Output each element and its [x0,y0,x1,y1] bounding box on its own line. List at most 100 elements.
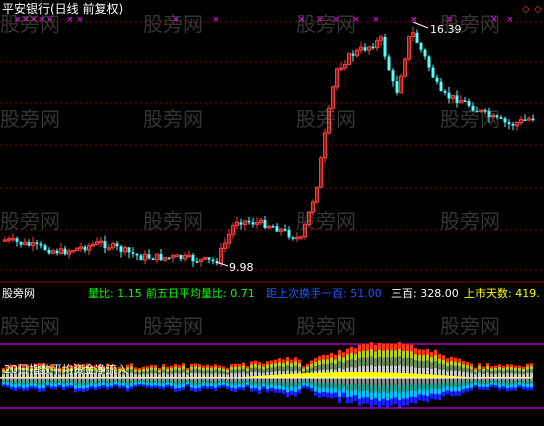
flow-bar-down [370,378,373,386]
candle-body [447,92,451,99]
flow-bar-down [446,378,449,383]
candle-body [427,56,431,68]
flow-bar-down [194,378,197,382]
candle-body [195,261,199,263]
flow-bar-down [374,378,377,385]
flow-bar-up [474,374,477,378]
flow-bar-down [42,378,45,382]
candle-body [471,105,475,111]
top-cross-marker: × [316,15,324,25]
candle-body [487,110,491,118]
flow-bar-down [410,378,413,385]
flow-bar-down [466,378,469,382]
top-cross-marker: × [172,15,180,25]
flow-bar-down [442,378,445,383]
flow-bar-down [454,378,457,383]
candle-body [499,117,503,119]
flow-bar-down [250,378,253,382]
candle-body [467,100,471,106]
candle-body [55,250,59,254]
candle-body [147,254,151,259]
stat-days: 上市天数: 419. [464,287,540,300]
candle-body [431,67,435,78]
flow-bar-down [274,378,277,382]
candle-body [131,252,135,254]
chart-title: 平安银行(日线 前复权) [2,2,124,16]
flow-bar-down [390,378,393,385]
top-cross-marker: × [298,15,306,25]
stat-turnover: 距上次换手一百: 51.00 [266,287,382,300]
candle-body [291,237,295,239]
candle-body [35,242,39,244]
top-cross-marker: × [212,15,220,25]
candle-body [503,118,507,123]
flow-bar-down [366,378,369,385]
flow-bar-down [282,378,285,382]
flow-bar-down [402,378,405,385]
flow-bar-down [174,378,177,382]
flow-bar-down [298,378,301,382]
candle-body [63,248,67,255]
flow-bar-down [290,378,293,383]
flow-bar-down [286,378,289,383]
candle-body [179,254,183,259]
stat-sanbai: 三百: 328.00 [391,287,459,300]
candle-body [127,247,131,253]
candle-body [463,100,467,103]
top-cross-marker: × [14,15,22,25]
flow-bar-down [334,378,337,383]
candle-body [483,109,487,112]
diamond-marker-1[interactable]: ◇ [522,5,530,15]
candle-body [511,123,515,126]
top-cross-marker: × [410,15,418,25]
candle-body [443,91,447,93]
chart-window: × × × × × × × × × × × × × × × × × × 平安银行(日线 前复权) ◇ ◇ 16.3… [0,0,544,426]
diamond-marker-2[interactable]: ◇ [534,5,542,15]
candle-body [19,241,23,245]
candle-body [167,257,171,260]
flow-bar-down [398,378,401,386]
flow-bar-down [414,378,417,385]
top-cross-marker: × [352,15,360,25]
price-low-label: 9.98 [229,261,254,274]
flow-bar-down [430,378,433,384]
candle-body [247,220,251,223]
candle-body [239,222,243,225]
candle-body [523,119,527,122]
flow-bar-down [354,378,357,384]
flow-bar-down [382,378,385,385]
candle-body [263,219,267,229]
flow-bar-down [438,378,441,384]
candle-body [283,229,287,231]
candle-body [159,254,163,261]
flow-bar-down [378,378,381,386]
candle-body [251,222,255,225]
candle-body [139,255,143,261]
flow-bar-down [418,378,421,384]
flow-bar-down [362,378,365,385]
candle-body [119,246,123,252]
candle-body [383,36,387,57]
stat-avg5: 前五日平均量比: 0.71 [146,287,255,300]
flow-bar-down [346,378,349,385]
flow-bar-down [310,378,313,382]
top-cross-marker: × [66,15,74,25]
candle-body [27,242,31,246]
flow-bar-down [350,378,353,385]
candle-body [83,246,87,251]
indicator-name: 股旁网 [2,287,35,300]
top-cross-marker: × [76,15,84,25]
flow-bar-down [234,378,237,382]
flow-bar-down [258,378,261,382]
candle-body [423,49,427,57]
top-cross-marker: × [372,15,380,25]
candle-body [531,118,535,121]
candle-body [43,245,47,250]
flow-bar-up [230,373,233,378]
candle-body [47,249,51,254]
candle-body [15,238,19,242]
candle-body [39,243,43,246]
flow-bar-down [406,378,409,385]
candle-body [435,77,439,82]
flow-bar-down [126,378,129,382]
